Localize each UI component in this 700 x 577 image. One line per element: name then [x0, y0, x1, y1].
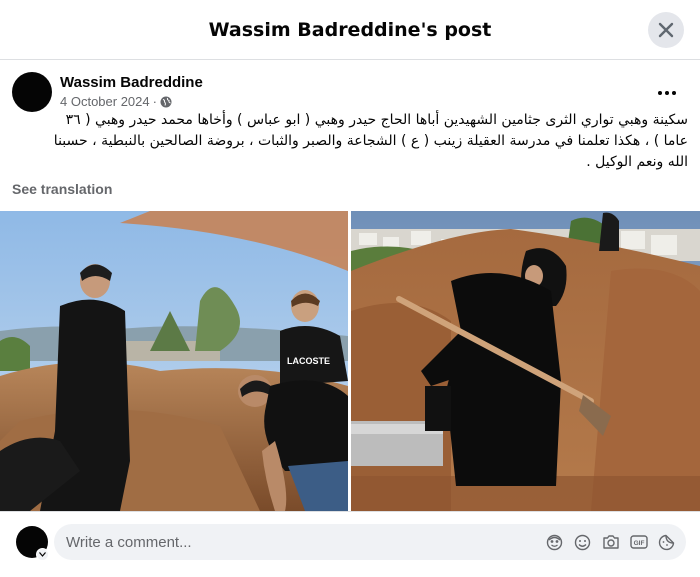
modal-title: Wassim Badreddine's post: [208, 18, 492, 41]
photo-men-burial[interactable]: LACOSTE: [0, 211, 348, 511]
comment-box: GIF: [54, 524, 686, 560]
post-header: Wassim Badreddine 4 October 2024 ·: [12, 72, 688, 114]
see-translation-link[interactable]: See translation: [12, 181, 112, 197]
modal-header: Wassim Badreddine's post: [0, 0, 700, 60]
sticker-icon[interactable]: [657, 532, 676, 552]
more-horizontal-icon: [658, 91, 676, 95]
photo-men-burial-image: LACOSTE: [0, 211, 348, 511]
gif-icon[interactable]: GIF: [629, 532, 648, 552]
post-meta: 4 October 2024 ·: [60, 94, 172, 109]
post-date[interactable]: 4 October 2024: [60, 94, 150, 109]
shirt-brand-text: LACOSTE: [287, 356, 330, 366]
post-text-line: عاما ) ، هكذا تعلمنا في مدرسة العقيلة زي…: [53, 133, 688, 149]
author-avatar[interactable]: [12, 72, 52, 112]
globe-icon: [160, 96, 172, 107]
author-name[interactable]: Wassim Badreddine: [60, 74, 203, 91]
close-icon: [658, 22, 674, 38]
post-text-line: الله ونعم الوكيل .: [586, 154, 688, 170]
avatar-dropdown-badge[interactable]: [36, 548, 49, 561]
chevron-down-icon: [39, 552, 46, 557]
camera-icon[interactable]: [601, 532, 620, 552]
svg-text:GIF: GIF: [633, 540, 644, 547]
post-text-line: سكينة وهبي تواري الثرى جثامين الشهيدين أ…: [65, 112, 688, 128]
meta-separator: ·: [152, 94, 157, 109]
comment-input[interactable]: [66, 524, 526, 560]
comment-icons: GIF: [545, 532, 676, 552]
emoji-icon[interactable]: [573, 532, 592, 552]
photo-woman-shovel-image: [351, 211, 700, 511]
photo-woman-shovel[interactable]: [351, 211, 700, 511]
close-button[interactable]: [648, 12, 684, 48]
avatar-sticker-icon[interactable]: [545, 532, 564, 552]
comment-bar: GIF: [0, 511, 700, 577]
post-text: سكينة وهبي تواري الثرى جثامين الشهيدين أ…: [12, 110, 688, 173]
more-options-button[interactable]: [652, 78, 682, 108]
